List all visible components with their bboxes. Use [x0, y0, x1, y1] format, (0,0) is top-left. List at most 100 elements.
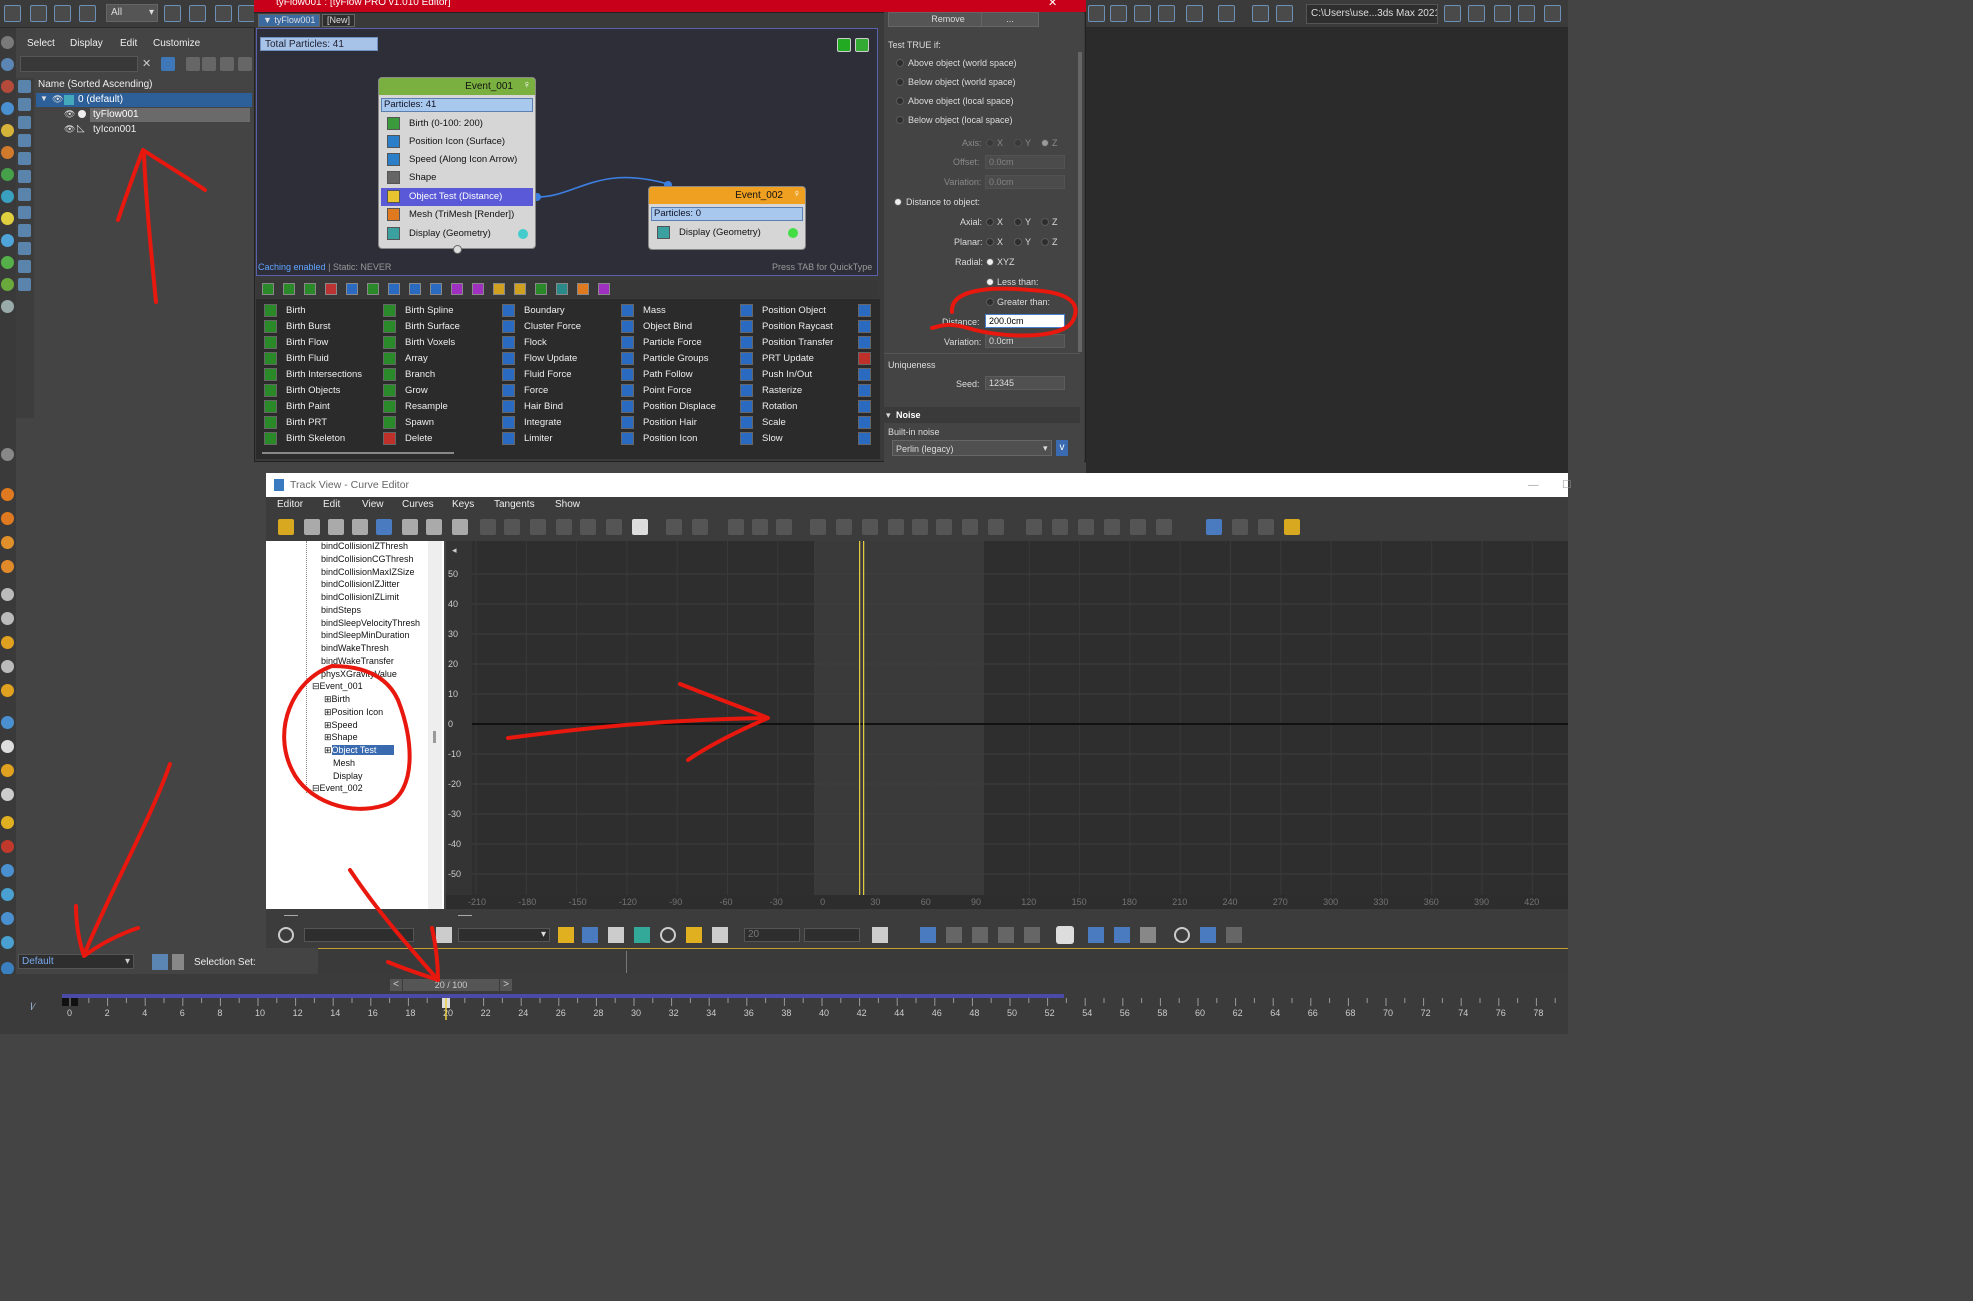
link-icon[interactable] — [30, 5, 47, 22]
options-icon[interactable] — [238, 57, 252, 71]
tab-tyflow001[interactable]: ▼ tyFlow001 — [258, 14, 321, 27]
curve-loop-icon[interactable] — [1052, 519, 1068, 535]
operator-palette-item[interactable]: Fluid Force — [496, 367, 572, 382]
tree-item[interactable]: bindSteps — [321, 605, 361, 615]
lightbulb-icon[interactable] — [686, 927, 702, 943]
unlink-icon[interactable] — [54, 5, 71, 22]
frame-region-icon[interactable] — [1140, 927, 1156, 943]
operator-palette-item[interactable]: Position Object — [734, 303, 826, 318]
operator-palette-item[interactable]: Birth Intersections — [258, 367, 362, 382]
trackbar[interactable] — [318, 948, 1568, 974]
operator-palette-item[interactable]: Birth Burst — [258, 319, 330, 334]
operator-palette-item[interactable]: Branch — [377, 367, 435, 382]
operator-palette-item[interactable]: Birth Skeleton — [258, 431, 345, 446]
set-tangents-icon[interactable] — [480, 519, 496, 535]
operator-palette-item[interactable]: Flow Update — [496, 351, 577, 366]
operator-palette-item[interactable]: Integrate — [496, 415, 562, 430]
list-icon[interactable] — [1, 448, 14, 461]
category-mesh-icon[interactable] — [451, 283, 463, 295]
operator-icon[interactable] — [858, 368, 871, 381]
layers-icon[interactable] — [220, 57, 234, 71]
parameter-curve-icon[interactable] — [692, 519, 708, 535]
radio-axial-z[interactable] — [1041, 218, 1049, 226]
radio-below-local[interactable] — [896, 116, 904, 124]
category-test-icon[interactable] — [493, 283, 505, 295]
operator-palette-item[interactable]: Push In/Out — [734, 367, 812, 382]
expand-toggle-icon[interactable]: ⊞ — [324, 694, 332, 704]
display-icon[interactable] — [1, 124, 14, 137]
operator-palette-item[interactable]: Position Transfer — [734, 335, 833, 350]
box-icon[interactable] — [1, 740, 14, 753]
tangent-icon[interactable] — [606, 519, 622, 535]
prev-frame-button[interactable]: < — [390, 979, 402, 991]
systems-icon[interactable] — [1, 300, 14, 313]
operator-icon[interactable] — [858, 432, 871, 445]
display-xrefs-icon[interactable] — [18, 206, 31, 219]
noise-type-dropdown[interactable]: Perlin (legacy) ▾ — [892, 440, 1052, 456]
show-tangents-icon[interactable] — [1258, 519, 1274, 535]
tree-item[interactable]: ⊟Event_001 — [312, 681, 363, 692]
clear-search-icon[interactable]: ✕ — [142, 57, 151, 70]
scroll-thumb[interactable] — [433, 731, 436, 743]
radio-planar-z[interactable] — [1041, 238, 1049, 246]
tangent-icon[interactable] — [530, 519, 546, 535]
tangent-icon[interactable] — [556, 519, 572, 535]
tree-item[interactable]: physXGravityValue — [321, 669, 397, 679]
category-rotation-icon[interactable] — [430, 283, 442, 295]
selection-filter-dropdown[interactable]: All ▾ — [106, 4, 158, 22]
tab-new[interactable]: [New] — [322, 14, 356, 27]
material-icon[interactable] — [1, 588, 14, 601]
tree-item[interactable]: bindWakeTransfer — [321, 656, 394, 666]
curve-cycle-icon[interactable] — [1104, 519, 1120, 535]
palette-scrollbar[interactable] — [262, 452, 454, 454]
zoom-extents-icon[interactable] — [998, 927, 1014, 943]
operator-palette-item[interactable]: Hair Bind — [496, 399, 563, 414]
render-online-icon[interactable] — [1518, 5, 1535, 22]
category-grow-icon[interactable] — [367, 283, 379, 295]
scene-row-tyicon[interactable]: 👁 ◺ tyIcon001 — [64, 123, 252, 137]
operator-palette-item[interactable]: Boundary — [496, 303, 565, 318]
frame-field[interactable]: 20 — [744, 928, 800, 942]
wind-icon[interactable] — [1, 560, 14, 573]
menu-curves[interactable]: Curves — [402, 499, 434, 510]
offset-spinner[interactable]: 0.0cm — [985, 155, 1065, 169]
refresh-icon[interactable] — [855, 38, 869, 52]
tree-item[interactable]: bindCollisionIZJitter — [321, 579, 400, 589]
filter-icon[interactable] — [161, 57, 175, 71]
frame-all-icon[interactable] — [1024, 927, 1040, 943]
tree-item[interactable]: bindCollisionCGThresh — [321, 554, 414, 564]
operator-palette-item[interactable]: Path Follow — [615, 367, 693, 382]
operator-palette-item[interactable]: Position Raycast — [734, 319, 833, 334]
operator-birth[interactable]: Birth (0-100: 200) — [381, 115, 533, 133]
minimize-icon[interactable]: — — [1528, 473, 1539, 497]
lock-icon[interactable] — [186, 57, 200, 71]
curve-graph[interactable]: 50403020100-10-20-30-40-50-210-180-150-1… — [446, 541, 1568, 909]
radio-above-local[interactable] — [896, 97, 904, 105]
category-mesh-icon[interactable] — [472, 283, 484, 295]
select-cursor-icon[interactable] — [632, 519, 648, 535]
tree-item[interactable]: bindWakeThresh — [321, 643, 389, 653]
frame-horizontal-icon[interactable] — [1088, 927, 1104, 943]
distance-spinner[interactable]: 200.0cm — [985, 314, 1065, 328]
category-position-icon[interactable] — [409, 283, 421, 295]
category-birth-icon[interactable] — [304, 283, 316, 295]
scene-column-header[interactable]: Name (Sorted Ascending) — [38, 79, 153, 90]
operator-speed[interactable]: Speed (Along Icon Arrow) — [381, 151, 533, 169]
tangent-fast-icon[interactable] — [862, 519, 878, 535]
curve-editor-icon[interactable] — [1186, 5, 1203, 22]
display-color-swatch[interactable] — [788, 228, 798, 238]
next-frame-button[interactable]: > — [500, 979, 512, 991]
filter-animated-icon[interactable] — [582, 927, 598, 943]
category-test-icon[interactable] — [514, 283, 526, 295]
rect-selection-icon[interactable] — [215, 5, 232, 22]
tangent-slow-icon[interactable] — [888, 519, 904, 535]
add-layer-icon[interactable] — [202, 57, 216, 71]
menu-select[interactable]: Select — [27, 38, 55, 49]
geometry-icon[interactable] — [1, 168, 14, 181]
tree-item[interactable]: ⊞Object Test — [324, 745, 395, 756]
lightbulb-icon[interactable]: ♀ — [523, 79, 531, 91]
tree-item[interactable]: bindCollisionIZThresh — [321, 541, 408, 551]
operator-position-icon[interactable]: Position Icon (Surface) — [381, 133, 533, 151]
brush-icon[interactable] — [1, 684, 14, 697]
mirror-icon[interactable] — [1088, 5, 1105, 22]
